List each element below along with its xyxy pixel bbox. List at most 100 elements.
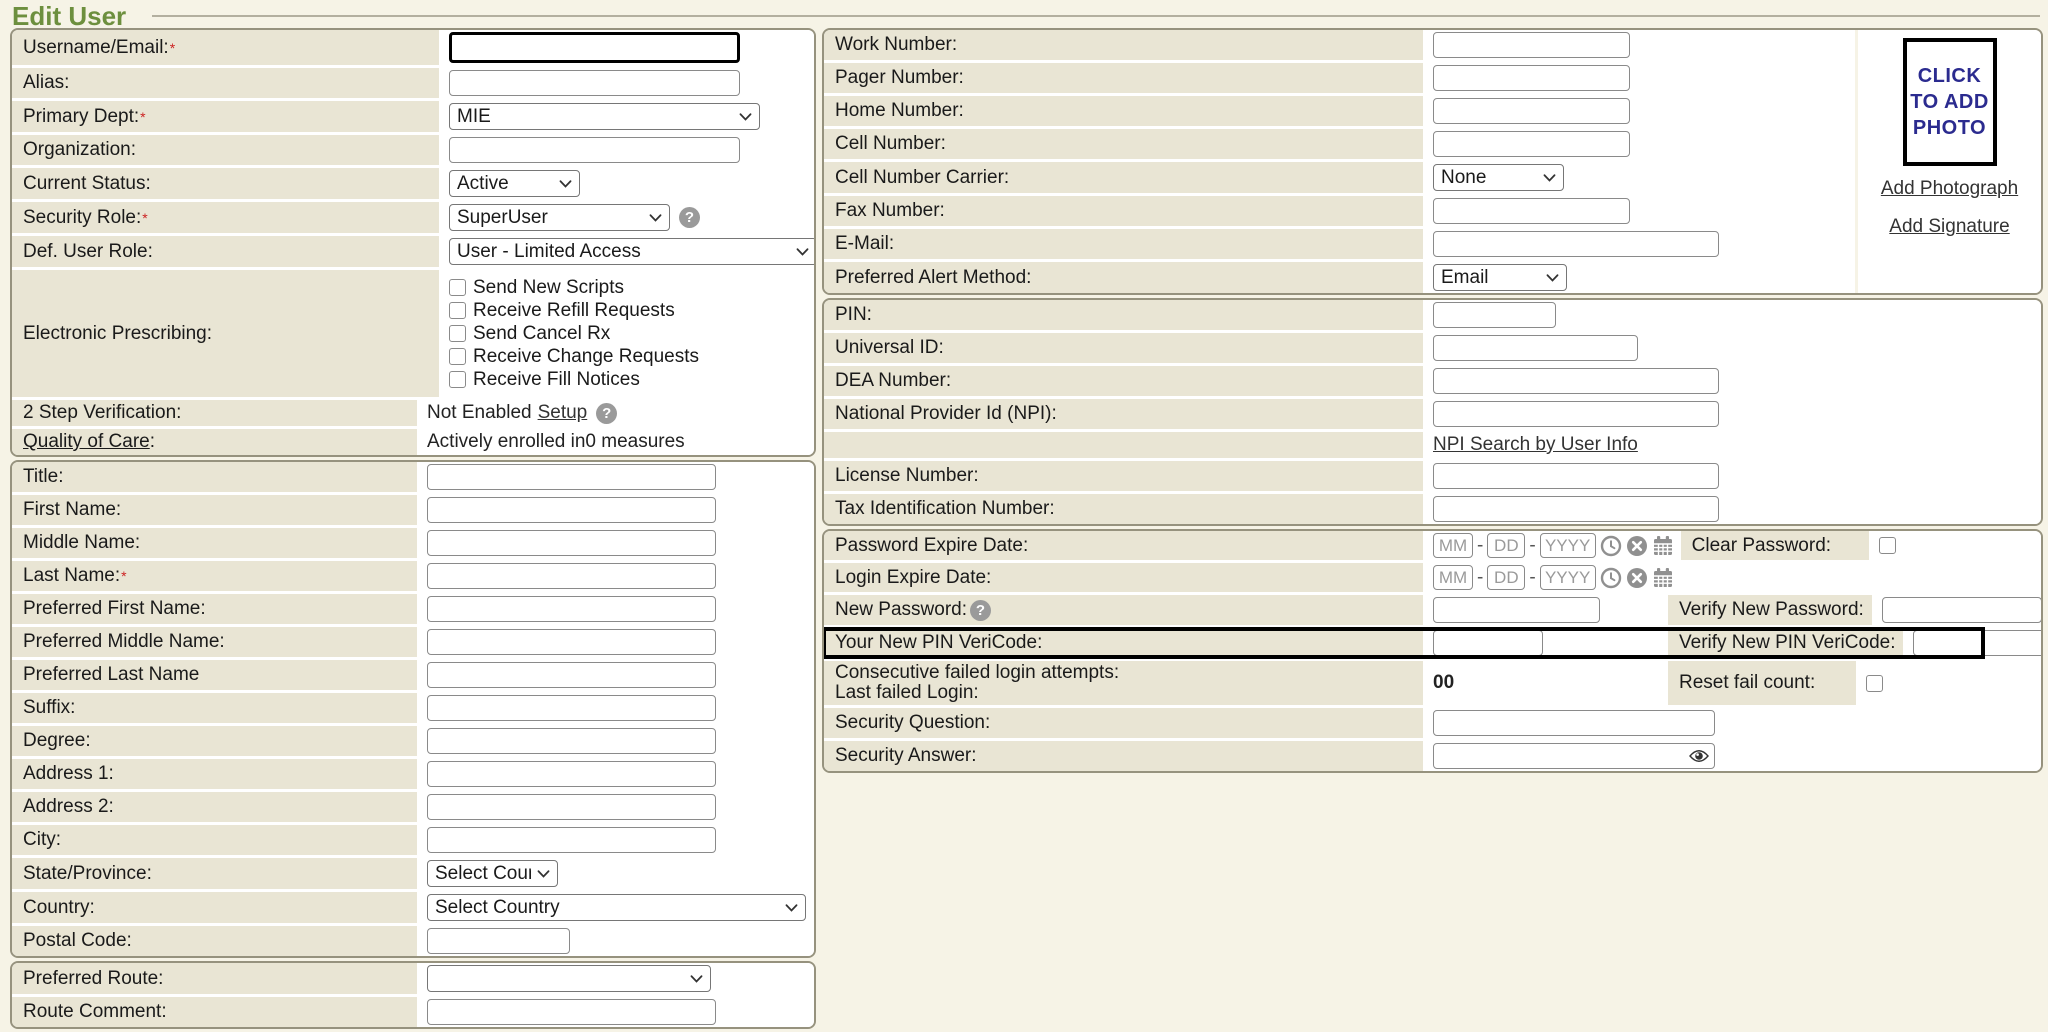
security-answer-input[interactable] — [1433, 743, 1715, 769]
two-step-verification-help-icon[interactable]: ? — [596, 403, 617, 424]
add-signature-link[interactable]: Add Signature — [1858, 216, 2041, 238]
login-expire-date-clock-icon[interactable] — [1600, 567, 1622, 589]
def-user-role-label: Def. User Role: — [12, 236, 442, 267]
route-comment-value-cell — [420, 997, 814, 1027]
address-1-label: Address 1: — [12, 759, 420, 789]
add-photograph-link[interactable]: Add Photograph — [1858, 178, 2041, 200]
last-name-input[interactable] — [427, 563, 716, 589]
address-1-input[interactable] — [427, 761, 716, 787]
middle-name-input[interactable] — [427, 530, 716, 556]
electronic-prescribing-option[interactable]: Receive Change Requests — [449, 345, 699, 368]
row-login-expire-date: Login Expire Date:MM-DD-YYYY — [824, 563, 2041, 595]
electronic-prescribing-option[interactable]: Receive Fill Notices — [449, 368, 699, 391]
login-expire-date-yyyy-input[interactable]: YYYY — [1540, 565, 1596, 590]
country-select[interactable]: Select Country — [427, 894, 806, 921]
login-expire-date-mm-input[interactable]: MM — [1433, 565, 1473, 590]
new-password-verify-input[interactable] — [1882, 597, 2042, 623]
address-2-input[interactable] — [427, 794, 716, 820]
quality-of-care-link[interactable]: Quality of Care — [23, 431, 150, 453]
login-expire-date-date-group: MM-DD-YYYY — [1433, 565, 1674, 590]
row-security-question: Security Question: — [824, 708, 2041, 741]
login-expire-date-clear-icon[interactable] — [1626, 567, 1648, 589]
row-universal-id: Universal ID: — [824, 333, 2041, 366]
preferred-alert-method-select[interactable]: Email — [1433, 264, 1567, 291]
license-number-input[interactable] — [1433, 463, 1719, 489]
pin-vericode-input[interactable] — [1433, 630, 1543, 656]
security-question-input[interactable] — [1433, 710, 1715, 736]
password-expire-date-clear-icon[interactable] — [1626, 535, 1648, 557]
work-number-input[interactable] — [1433, 32, 1630, 58]
login-expire-date-calendar-icon[interactable] — [1652, 567, 1674, 589]
photo-cell: CLICKTO ADDPHOTO Add Photograph Add Signat… — [1855, 30, 2041, 293]
electronic-prescribing-checkbox[interactable] — [449, 371, 466, 388]
password-expire-date-dd-input[interactable]: DD — [1487, 533, 1525, 558]
new-password-help-icon[interactable]: ? — [970, 600, 991, 621]
electronic-prescribing-checkbox[interactable] — [449, 325, 466, 342]
preferred-first-name-input[interactable] — [427, 596, 716, 622]
fax-number-input[interactable] — [1433, 198, 1630, 224]
tax-identification-number-value-cell — [1426, 494, 2041, 524]
tax-identification-number-input[interactable] — [1433, 496, 1719, 522]
primary-dept-label: Primary Dept:* — [12, 101, 442, 132]
pin-input[interactable] — [1433, 302, 1556, 328]
security-role-help-icon[interactable]: ? — [679, 207, 700, 228]
electronic-prescribing-checkbox[interactable] — [449, 302, 466, 319]
dea-number-input[interactable] — [1433, 368, 1719, 394]
route-comment-input[interactable] — [427, 999, 716, 1025]
degree-input[interactable] — [427, 728, 716, 754]
title-field-input[interactable] — [427, 464, 716, 490]
security-role-select[interactable]: SuperUser — [449, 204, 670, 231]
password-expire-date-value-cell: MM-DD-YYYY — [1426, 531, 1681, 560]
electronic-prescribing-checkbox[interactable] — [449, 279, 466, 296]
photo-placeholder[interactable]: CLICKTO ADDPHOTO — [1903, 38, 1997, 166]
email-input[interactable] — [1433, 231, 1719, 257]
first-name-label: First Name: — [12, 495, 420, 525]
pager-number-input[interactable] — [1433, 65, 1630, 91]
two-step-verification-link[interactable]: Setup — [538, 402, 588, 424]
preferred-last-name-input[interactable] — [427, 662, 716, 688]
preferred-middle-name-input[interactable] — [427, 629, 716, 655]
password-expire-date-date-group: MM-DD-YYYY — [1433, 533, 1674, 558]
password-expire-date-calendar-icon[interactable] — [1652, 535, 1674, 557]
dea-number-value-cell — [1426, 366, 2041, 396]
npi-search-link[interactable]: NPI Search by User Info — [1433, 434, 1638, 456]
password-expire-date-label2: Clear Password: — [1681, 531, 1872, 560]
def-user-role-select[interactable]: User - Limited Access — [449, 238, 816, 265]
suffix-input[interactable] — [427, 695, 716, 721]
electronic-prescribing-option[interactable]: Send New Scripts — [449, 276, 699, 299]
home-number-input[interactable] — [1433, 98, 1630, 124]
npi-input[interactable] — [1433, 401, 1719, 427]
password-expire-date-verify-checkbox[interactable] — [1879, 537, 1896, 554]
password-expire-date-mm-input[interactable]: MM — [1433, 533, 1473, 558]
pin-vericode-verify-input[interactable] — [1913, 630, 2043, 656]
first-name-input[interactable] — [427, 497, 716, 523]
row-last-name: Last Name:* — [12, 561, 814, 594]
city-input[interactable] — [427, 827, 716, 853]
password-expire-date-yyyy-input[interactable]: YYYY — [1540, 533, 1596, 558]
new-password-input[interactable] — [1433, 597, 1600, 623]
pin-vericode-label: Your New PIN VeriCode: — [824, 628, 1426, 658]
cell-number-carrier-select[interactable]: None — [1433, 164, 1564, 191]
route-comment-label: Route Comment: — [12, 997, 420, 1027]
alias-input[interactable] — [449, 70, 740, 96]
primary-dept-select[interactable]: MIE — [449, 103, 760, 130]
postal-code-input[interactable] — [427, 928, 570, 954]
electronic-prescribing-option[interactable]: Send Cancel Rx — [449, 322, 699, 345]
current-status-select[interactable]: Active — [449, 170, 580, 197]
organization-input[interactable] — [449, 137, 740, 163]
security-answer-eye-icon[interactable] — [1689, 749, 1709, 763]
failed-logins-verify-checkbox[interactable] — [1866, 675, 1883, 692]
row-security-answer: Security Answer: — [824, 741, 2041, 771]
cell-number-input[interactable] — [1433, 131, 1630, 157]
password-expire-date-clock-icon[interactable] — [1600, 535, 1622, 557]
electronic-prescribing-option[interactable]: Receive Refill Requests — [449, 299, 699, 322]
preferred-route-select[interactable] — [427, 965, 711, 992]
universal-id-input[interactable] — [1433, 335, 1638, 361]
state-province-chevron-down-icon — [537, 870, 550, 878]
home-number-label: Home Number: — [824, 96, 1426, 126]
left-panel: Username/Email:*Alias:Primary Dept:*MIEO… — [10, 28, 816, 1032]
electronic-prescribing-checkbox[interactable] — [449, 348, 466, 365]
login-expire-date-dd-input[interactable]: DD — [1487, 565, 1525, 590]
state-province-select[interactable]: Select Country — [427, 860, 558, 887]
username-input[interactable] — [449, 32, 740, 63]
